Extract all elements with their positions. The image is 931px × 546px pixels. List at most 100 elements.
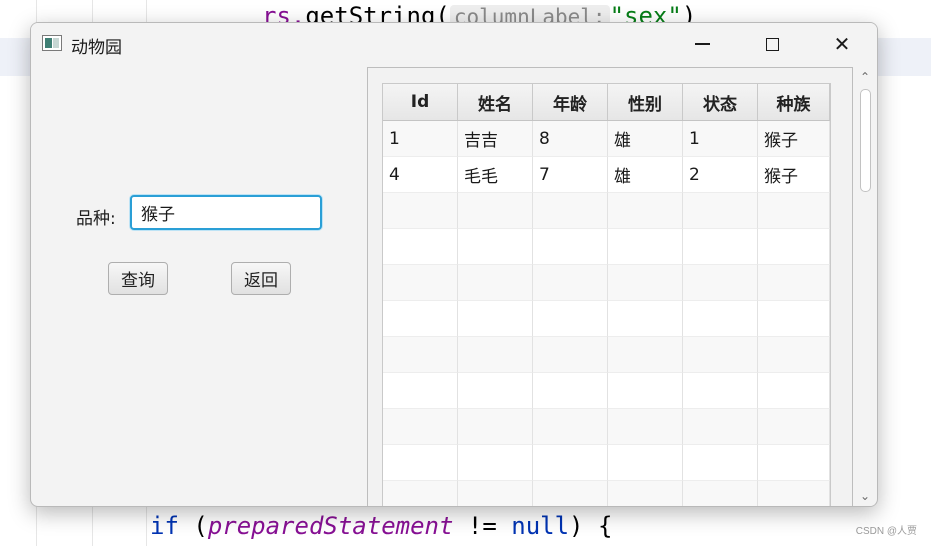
chevron-down-icon[interactable]: ⌄ [855, 488, 875, 504]
table-row[interactable]: 1 吉吉 8 雄 1 猴子 [383, 121, 830, 157]
cell-name: 吉吉 [458, 121, 533, 157]
empty-cell [383, 373, 458, 409]
empty-cell [758, 481, 830, 506]
query-button[interactable]: 查询 [108, 262, 168, 295]
cell-id: 1 [383, 121, 458, 157]
empty-cell [683, 229, 758, 265]
column-header-age[interactable]: 年龄 [533, 84, 608, 120]
empty-cell [533, 193, 608, 229]
scroll-thumb[interactable] [860, 89, 871, 192]
breed-label: 品种: [76, 209, 116, 229]
empty-table-row [383, 409, 830, 445]
empty-cell [683, 301, 758, 337]
maximize-icon [765, 37, 779, 51]
cell-species: 猴子 [758, 157, 830, 193]
empty-cell [533, 445, 608, 481]
empty-cell [758, 373, 830, 409]
table-header: Id 姓名 年龄 性别 状态 种族 [383, 84, 830, 121]
empty-cell [458, 265, 533, 301]
empty-cell [533, 301, 608, 337]
empty-cell [683, 265, 758, 301]
empty-table-row [383, 301, 830, 337]
column-header-name[interactable]: 姓名 [458, 84, 533, 120]
column-header-species[interactable]: 种族 [758, 84, 830, 120]
column-header-status[interactable]: 状态 [683, 84, 758, 120]
empty-cell [533, 229, 608, 265]
empty-cell [458, 445, 533, 481]
empty-cell [383, 301, 458, 337]
empty-cell [683, 409, 758, 445]
cell-name: 毛毛 [458, 157, 533, 193]
code-line-bottom: if (preparedStatement != null) { [150, 512, 613, 540]
empty-cell [608, 481, 683, 506]
empty-cell [383, 265, 458, 301]
empty-cell [383, 481, 458, 506]
empty-cell [683, 193, 758, 229]
empty-cell [458, 481, 533, 506]
maximize-button[interactable] [737, 23, 807, 65]
empty-table-row [383, 373, 830, 409]
empty-table-row [383, 445, 830, 481]
table-scroll-pane[interactable]: Id 姓名 年龄 性别 状态 种族 1 吉吉 8 雄 1 猴子 4 毛毛 7 雄… [367, 67, 853, 506]
empty-cell [683, 445, 758, 481]
cell-status: 1 [683, 121, 758, 157]
breed-input[interactable] [130, 195, 322, 230]
empty-cell [608, 373, 683, 409]
empty-cell [608, 193, 683, 229]
empty-cell [458, 301, 533, 337]
empty-cell [383, 409, 458, 445]
empty-cell [533, 337, 608, 373]
empty-cell [608, 229, 683, 265]
empty-cell [383, 229, 458, 265]
empty-cell [758, 445, 830, 481]
empty-cell [683, 481, 758, 506]
empty-cell [758, 193, 830, 229]
empty-cell [758, 337, 830, 373]
empty-cell [458, 229, 533, 265]
window-title: 动物园 [71, 38, 122, 58]
table-row[interactable]: 4 毛毛 7 雄 2 猴子 [383, 157, 830, 193]
empty-cell [608, 337, 683, 373]
chevron-up-icon[interactable]: ⌃ [855, 69, 875, 85]
empty-cell [458, 337, 533, 373]
empty-cell [383, 337, 458, 373]
empty-table-row [383, 229, 830, 265]
empty-cell [383, 445, 458, 481]
back-button[interactable]: 返回 [231, 262, 291, 295]
empty-cell [608, 409, 683, 445]
empty-cell [533, 409, 608, 445]
empty-cell [533, 373, 608, 409]
cell-species: 猴子 [758, 121, 830, 157]
close-button[interactable]: ✕ [807, 23, 877, 65]
title-bar[interactable]: 动物园 ✕ [31, 23, 877, 65]
empty-table-row [383, 193, 830, 229]
empty-table-row [383, 481, 830, 506]
empty-cell [758, 301, 830, 337]
empty-table-row [383, 265, 830, 301]
empty-table-row [383, 337, 830, 373]
cell-status: 2 [683, 157, 758, 193]
empty-cell [758, 229, 830, 265]
cell-age: 7 [533, 157, 608, 193]
close-icon: ✕ [833, 32, 851, 56]
animals-table[interactable]: Id 姓名 年龄 性别 状态 种族 1 吉吉 8 雄 1 猴子 4 毛毛 7 雄… [382, 83, 831, 506]
empty-cell [533, 481, 608, 506]
column-header-id[interactable]: Id [383, 84, 458, 120]
empty-cell [608, 445, 683, 481]
empty-cell [608, 265, 683, 301]
minimize-icon [694, 43, 710, 45]
empty-cell [608, 301, 683, 337]
cell-id: 4 [383, 157, 458, 193]
cell-sex: 雄 [608, 157, 683, 193]
column-header-sex[interactable]: 性别 [608, 84, 683, 120]
cell-sex: 雄 [608, 121, 683, 157]
app-window-icon [42, 35, 62, 51]
minimize-button[interactable] [667, 23, 737, 65]
empty-cell [683, 373, 758, 409]
vertical-scrollbar[interactable]: ⌃ ⌄ [855, 67, 875, 506]
empty-cell [683, 337, 758, 373]
empty-cell [458, 409, 533, 445]
watermark: CSDN @人贾 [855, 526, 917, 537]
empty-cell [533, 265, 608, 301]
empty-cell [383, 193, 458, 229]
